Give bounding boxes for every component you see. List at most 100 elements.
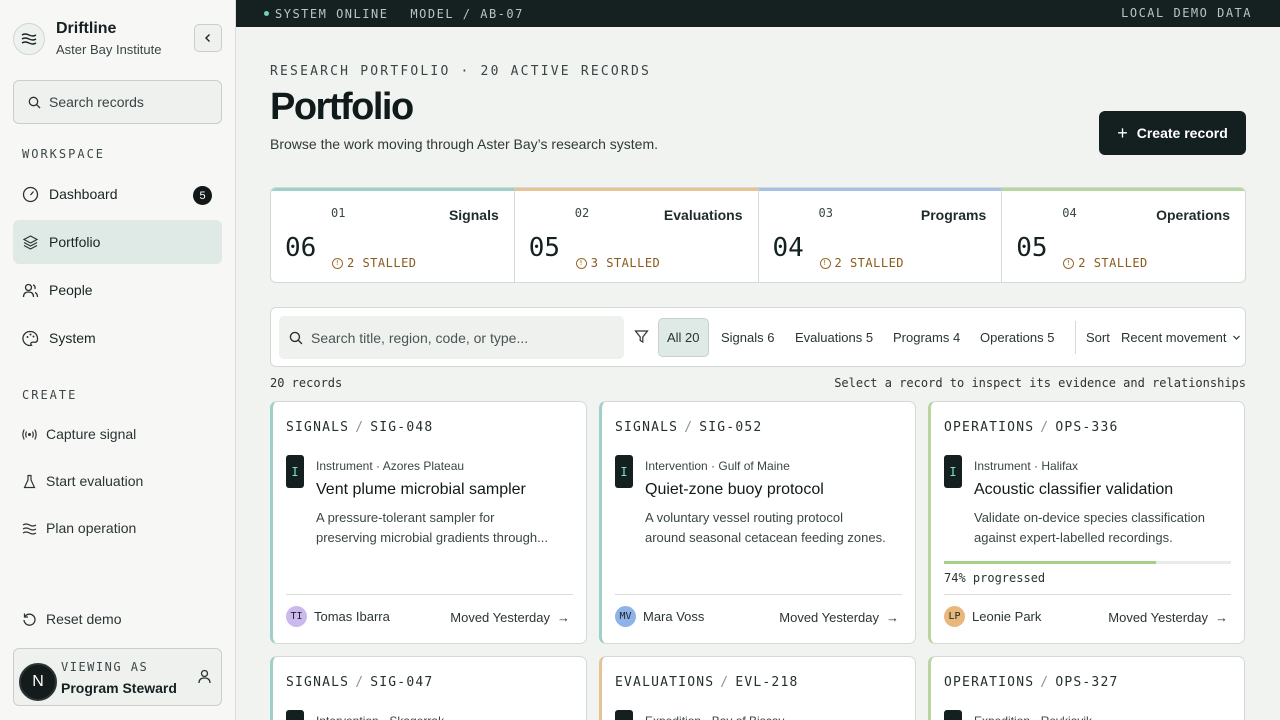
data-source-label: LOCAL DEMO DATA [1121, 6, 1252, 20]
record-card[interactable]: OPERATIONS / OPS-327 I Expedition · Reykjavi… [928, 656, 1245, 720]
record-id: SIG-047 [370, 675, 434, 690]
sort-select[interactable]: Recent movement [1121, 330, 1241, 345]
stat-count: 05 [1016, 233, 1048, 263]
chevron-down-icon [1232, 335, 1240, 340]
stat-name: Signals [448, 207, 499, 223]
reset-icon [23, 613, 36, 626]
owner-name: Tomas Ibarra [314, 609, 390, 624]
filter-icon[interactable] [634, 329, 649, 344]
moved-link[interactable]: Moved Yesterday → [779, 610, 899, 625]
record-type-tag: I [286, 710, 304, 720]
waves-icon [22, 522, 37, 535]
start-evaluation-link[interactable]: Start evaluation [22, 469, 143, 493]
flask-icon [23, 474, 36, 488]
create-item-label: Start evaluation [46, 473, 144, 489]
record-title: Vent plume microbial sampler [316, 481, 526, 498]
code-separator: / [355, 675, 365, 690]
progress-fill [944, 561, 1157, 564]
record-description: Validate on-device species classificatio… [974, 508, 1229, 548]
record-owner: LP Leonie Park [944, 606, 1041, 627]
people-icon [22, 283, 39, 297]
collapse-sidebar-button[interactable] [194, 24, 222, 52]
search-icon [28, 96, 41, 108]
stat-index: 02 [574, 206, 590, 220]
filter-chip-signals[interactable]: Signals 6 [721, 318, 774, 357]
record-type-tag: I [615, 710, 633, 720]
stat-count: 04 [772, 233, 804, 263]
stat-card-signals[interactable]: 06 01 Signals! 2 STALLED [271, 188, 515, 282]
stat-card-programs[interactable]: 04 03 Programs! 2 STALLED [758, 188, 1003, 282]
record-owner: TI Tomas Ibarra [286, 606, 390, 627]
page-kicker: RESEARCH PORTFOLIO · 20 ACTIVE RECORDS [270, 64, 652, 79]
record-search-input[interactable]: Search title, region, code, or type... [279, 316, 624, 359]
owner-name: Mara Voss [643, 609, 705, 624]
avatar: TI [286, 606, 307, 627]
record-card[interactable]: OPERATIONS / OPS-336 I Instrument · Halifax A… [928, 401, 1245, 644]
description-line: A voluntary vessel routing protocol [645, 510, 843, 525]
stat-count: 06 [285, 233, 317, 263]
stat-name: Evaluations [663, 207, 743, 223]
progress-label: 74% progressed [944, 571, 1046, 585]
stalled-count: 2 STALLED [347, 256, 417, 270]
moved-label: Moved Yesterday [450, 610, 550, 625]
viewer-role: Program Steward [61, 680, 177, 696]
records-hint: Select a record to inspect its evidence … [834, 376, 1246, 390]
brand-subtitle: Aster Bay Institute [56, 42, 162, 57]
record-search-placeholder: Search title, region, code, or type... [311, 329, 529, 346]
sidebar-search-input[interactable]: Search records [13, 80, 222, 124]
card-divider [944, 594, 1231, 595]
sidebar-item-label: Portfolio [49, 234, 101, 250]
stat-card-operations[interactable]: 05 04 Operations! 2 STALLED [1002, 188, 1245, 282]
page-title: Portfolio [270, 86, 414, 128]
filter-chip-evaluations[interactable]: Evaluations 5 [795, 318, 873, 357]
record-type-tag: I [944, 455, 962, 488]
record-card[interactable]: SIGNALS / SIG-052 I Intervention · Gulf of M… [599, 401, 916, 644]
record-card[interactable]: SIGNALS / SIG-047 I Intervention · Skagerrak [270, 656, 587, 720]
filter-divider [1075, 321, 1076, 354]
stat-card-evaluations[interactable]: 05 02 Evaluations! 3 STALLED [514, 188, 759, 282]
workspace-section-label: WORKSPACE [22, 147, 106, 161]
viewer-switcher[interactable]: N VIEWING AS Program Steward [13, 648, 222, 706]
record-category: OPERATIONS [944, 675, 1035, 690]
stalled-badge: ! 2 STALLED [332, 256, 417, 270]
sidebar-item-system[interactable]: System [13, 316, 222, 360]
status-bar: SYSTEM ONLINE MODEL / AB-07 LOCAL DEMO D… [236, 0, 1280, 27]
plus-icon: + [1117, 122, 1128, 143]
record-id: OPS-336 [1055, 420, 1119, 435]
avatar: LP [944, 606, 965, 627]
filter-chip-programs[interactable]: Programs 4 [893, 318, 960, 357]
record-category: SIGNALS [286, 675, 350, 690]
record-title: Acoustic classifier validation [974, 481, 1174, 498]
plan-operation-link[interactable]: Plan operation [22, 516, 136, 540]
viewer-kicker: VIEWING AS [61, 660, 149, 674]
stat-index: 04 [1062, 206, 1077, 220]
reset-demo-button[interactable]: Reset demo [22, 607, 121, 631]
card-divider [615, 594, 902, 595]
code-separator: / [684, 420, 694, 435]
record-card[interactable]: SIGNALS / SIG-048 I Instrument · Azores Plat… [270, 401, 587, 644]
moved-link[interactable]: Moved Yesterday → [450, 610, 570, 625]
capture-signal-link[interactable]: Capture signal [22, 422, 136, 446]
record-category: SIGNALS [615, 420, 679, 435]
stat-index: 03 [818, 206, 833, 220]
brand: Driftline Aster Bay Institute [13, 18, 162, 59]
page-subtitle: Browse the work moving through Aster Bay… [270, 136, 659, 152]
sidebar-item-portfolio[interactable]: Portfolio [13, 220, 222, 264]
record-description: A pressure-tolerant sampler for preservin… [316, 508, 571, 548]
code-separator: / [355, 420, 365, 435]
record-card[interactable]: EVALUATIONS / EVL-218 I Expedition · Bay of … [599, 656, 916, 720]
moved-link[interactable]: Moved Yesterday → [1108, 610, 1228, 625]
gauge-icon [22, 186, 39, 202]
sidebar-item-dashboard[interactable]: Dashboard 5 [13, 172, 222, 216]
arrow-right-icon: → [1215, 610, 1228, 625]
sidebar-item-people[interactable]: People [13, 268, 222, 312]
code-separator: / [720, 675, 730, 690]
user-icon [198, 669, 211, 684]
alert-icon: ! [819, 257, 831, 269]
record-id: OPS-327 [1055, 675, 1119, 690]
record-description: A voluntary vessel routing protocol aroun… [645, 508, 900, 548]
filter-chip-operations[interactable]: Operations 5 [980, 318, 1054, 357]
stat-count: 05 [528, 233, 561, 263]
filter-chip-all[interactable]: All 20 [658, 318, 709, 357]
create-record-button[interactable]: + Create record [1099, 111, 1246, 155]
